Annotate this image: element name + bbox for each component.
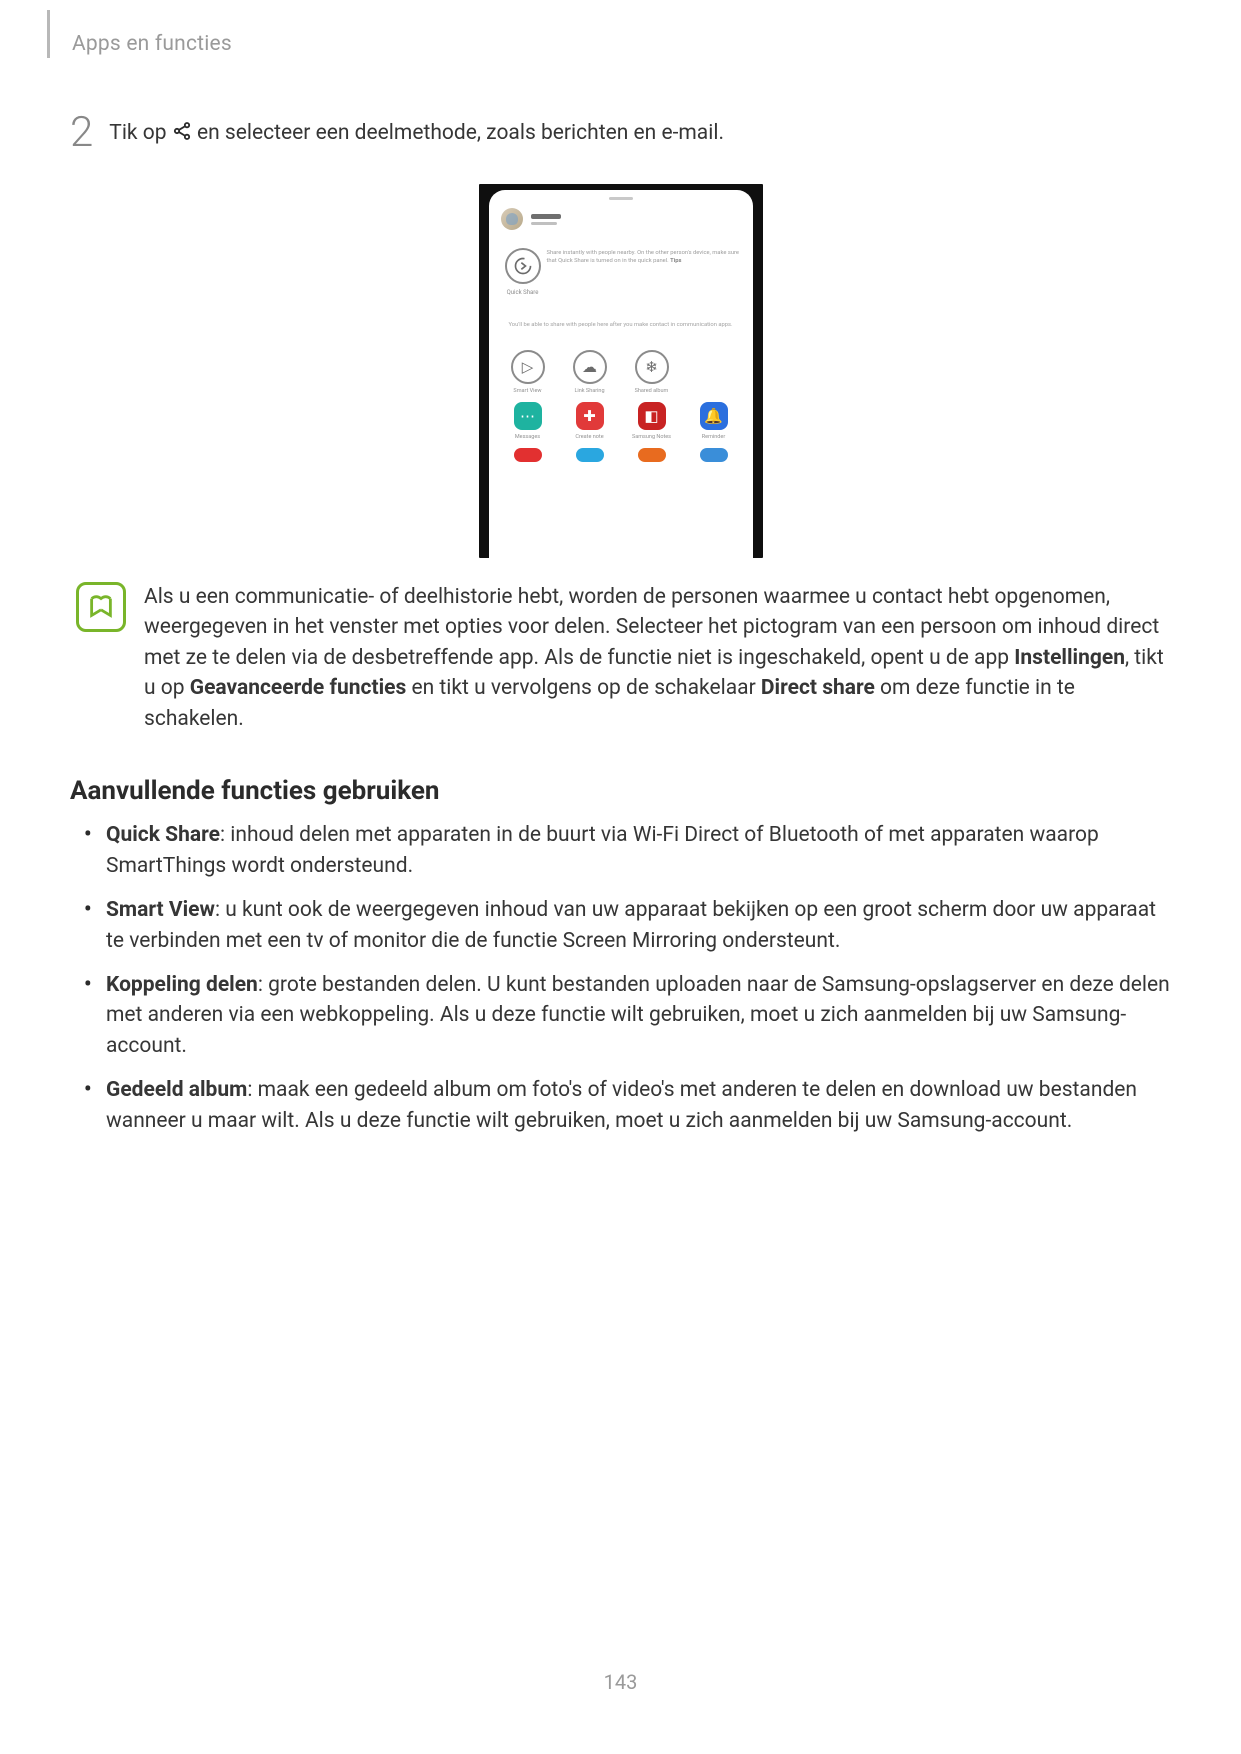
step-row: 2 Tik op en selecteer een deelmethode, z… (70, 118, 1171, 154)
app-smart-view: ▷ Smart View (497, 350, 559, 394)
list-item: Koppeling delen: grote bestanden delen. … (70, 970, 1171, 1061)
app-partial-2 (559, 448, 621, 462)
step-number: 2 (70, 112, 93, 154)
quick-share-icon (505, 248, 541, 284)
note-text: Als u een communicatie- of deelhistorie … (144, 582, 1171, 734)
note-block: Als u een communicatie- of deelhistorie … (76, 582, 1171, 734)
app-label: Smart View (513, 388, 541, 394)
link-sharing-icon: ☁ (573, 350, 607, 384)
sheet-header-text (531, 214, 561, 225)
list-item: Gedeeld album: maak een gedeeld album om… (70, 1075, 1171, 1136)
app-grid: ▷ Smart View ☁ Link Sharing ❄ Shared alb… (489, 350, 753, 472)
list-item: Quick Share: inhoud delen met apparaten … (70, 820, 1171, 881)
qs-desc-pre: Share instantly with people nearby. On t… (547, 250, 740, 264)
bullet-text: : u kunt ook de weergegeven inhoud van u… (106, 898, 1156, 952)
header-rule (47, 10, 50, 58)
bullet-label: Quick Share (106, 823, 220, 847)
partial-icon (514, 448, 542, 462)
app-partial-3 (621, 448, 683, 462)
partial-icon (638, 448, 666, 462)
app-create-note: ✚ Create note (559, 402, 621, 440)
partial-icon (576, 448, 604, 462)
app-label: Shared album (635, 388, 669, 394)
options-list: Quick Share: inhoud delen met apparaten … (70, 820, 1171, 1136)
drag-handle-icon (609, 197, 633, 200)
step-text-before: Tik op (109, 121, 171, 145)
quick-share-label: Quick Share (501, 289, 545, 296)
page-number: 143 (0, 1670, 1241, 1694)
app-partial-4 (683, 448, 745, 462)
bullet-text: : grote bestanden delen. U kunt bestande… (106, 973, 1170, 1058)
section-header: Apps en functies (72, 32, 232, 56)
app-shared-album: ❄ Shared album (621, 350, 683, 394)
step-text-after: en selecteer een deelmethode, zoals beri… (197, 121, 724, 145)
app-messages: ⋯ Messages (497, 402, 559, 440)
step-text: Tik op en selecteer een deelmethode, zoa… (109, 118, 724, 148)
app-label: Samsung Notes (632, 434, 671, 440)
note-part-0: Als u een communicatie- of deelhistorie … (144, 585, 1159, 670)
sheet-header (501, 208, 741, 230)
quick-share-row: Quick Share Share instantly with people … (489, 240, 753, 310)
messages-icon: ⋯ (514, 402, 542, 430)
app-partial-1 (497, 448, 559, 462)
create-note-icon: ✚ (576, 402, 604, 430)
note-icon (76, 582, 126, 632)
partial-icon (700, 448, 728, 462)
quick-share-desc: Share instantly with people nearby. On t… (547, 250, 741, 266)
reminder-icon: 🔔 (700, 402, 728, 430)
app-label: Link Sharing (574, 388, 604, 394)
avatar-icon (501, 208, 523, 230)
bullet-text: : inhoud delen met apparaten in de buurt… (106, 823, 1099, 877)
list-item: Smart View: u kunt ook de weergegeven in… (70, 895, 1171, 956)
smart-view-icon: ▷ (511, 350, 545, 384)
app-label: Create note (575, 434, 603, 440)
info-line: You'll be able to share with people here… (489, 310, 753, 350)
shared-album-icon: ❄ (635, 350, 669, 384)
share-icon (172, 120, 192, 140)
bullet-label: Koppeling delen (106, 973, 258, 997)
app-link-sharing: ☁ Link Sharing (559, 350, 621, 394)
app-label: Reminder (702, 434, 725, 440)
phone-screenshot: Quick Share Share instantly with people … (479, 184, 763, 558)
app-reminder: 🔔 Reminder (683, 402, 745, 440)
bullet-label: Gedeeld album (106, 1078, 247, 1102)
subheading: Aanvullende functies gebruiken (70, 776, 1171, 806)
figure: Quick Share Share instantly with people … (70, 184, 1171, 558)
bullet-text: : maak een gedeeld album om foto's of vi… (106, 1078, 1137, 1132)
app-samsung-notes: ◧ Samsung Notes (621, 402, 683, 440)
qs-desc-bold: Tips (670, 258, 681, 264)
note-part-1: Instellingen (1014, 646, 1125, 670)
note-part-4: en tikt u vervolgens op de schakelaar (406, 676, 761, 700)
note-part-5: Direct share (761, 676, 875, 700)
samsung-notes-icon: ◧ (638, 402, 666, 430)
app-label: Messages (515, 434, 540, 440)
bullet-label: Smart View (106, 898, 215, 922)
note-part-3: Geavanceerde functies (190, 676, 407, 700)
